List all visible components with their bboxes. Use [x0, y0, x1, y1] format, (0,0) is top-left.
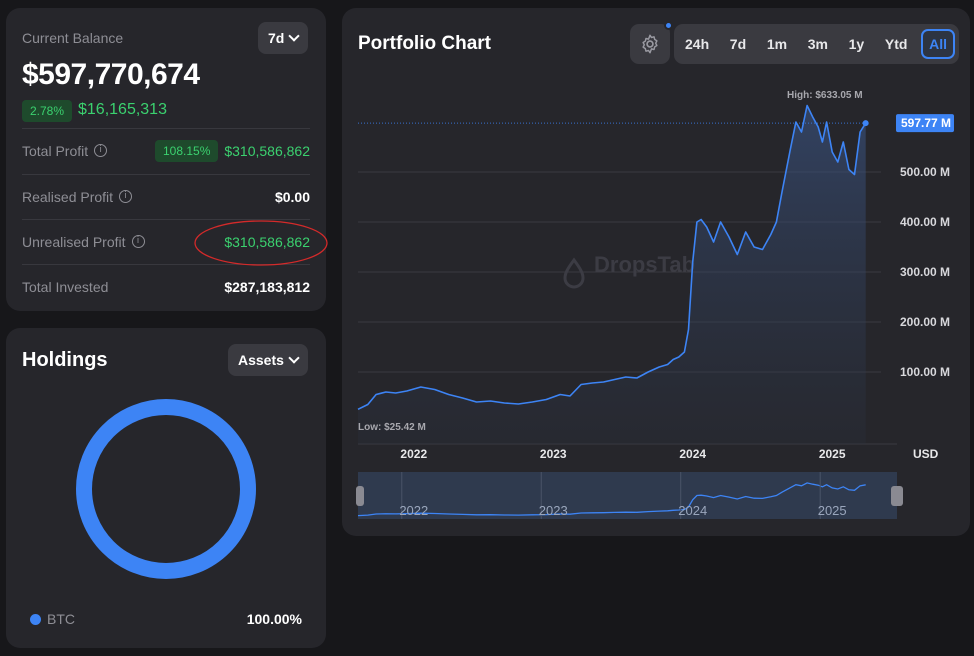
- realised-profit-label: Realised Profit: [22, 188, 114, 205]
- realised-profit-row: Realised Profit i $0.00: [22, 174, 310, 218]
- low-label: Low: $25.42 M: [358, 422, 426, 433]
- total-profit-row: Total Profit i 108.15% $310,586,862: [22, 128, 310, 172]
- balance-card: Current Balance 7d $597,770,674 2.78% $1…: [6, 8, 328, 311]
- period-dropdown-label: 7d: [268, 30, 285, 46]
- current-balance-label: Current Balance: [22, 30, 124, 46]
- change-value: $16,165,313: [78, 101, 167, 118]
- navigator-year-label: 2025: [818, 503, 847, 518]
- chevron-down-icon: [288, 30, 301, 42]
- holdings-title: Holdings: [22, 349, 108, 371]
- navigator-handle-left[interactable]: [356, 486, 364, 506]
- info-icon[interactable]: i: [131, 235, 145, 248]
- legend-asset-name: BTC: [47, 611, 75, 627]
- y-tick-label: 500.00 M: [900, 165, 950, 179]
- info-icon[interactable]: i: [94, 144, 108, 157]
- total-invested-value: $287,183,812: [224, 278, 310, 295]
- y-tick-label: 300.00 M: [900, 265, 950, 279]
- x-tick-label: 2025: [819, 447, 846, 461]
- y-tick-label: 400.00 M: [900, 215, 950, 229]
- portfolio-line-chart: 100.00 M 200.00 M 300.00 M 400.00 M 500.00 M…: [356, 90, 954, 519]
- annotation-ellipse: [194, 220, 328, 266]
- donut-slice-btc[interactable]: [76, 399, 256, 579]
- change-percent-badge: 2.78%: [22, 100, 73, 122]
- holdings-card: Holdings Assets BTC 100.00%: [6, 328, 326, 648]
- assets-dropdown[interactable]: Assets: [228, 344, 308, 376]
- info-icon[interactable]: i: [119, 190, 133, 203]
- x-tick-label: 2024: [679, 447, 706, 461]
- total-invested-label: Total Invested: [22, 278, 109, 295]
- total-profit-value: $310,586,862: [224, 142, 310, 159]
- y-tick-label: 100.00 M: [900, 365, 950, 379]
- holdings-donut: [76, 399, 256, 579]
- x-tick-label: 2022: [400, 447, 427, 461]
- currency-label: USD: [913, 447, 939, 461]
- watermark: DropsTab: [563, 252, 695, 289]
- x-tick-label: 2023: [540, 447, 567, 461]
- assets-dropdown-label: Assets: [238, 352, 284, 368]
- legend-item-btc[interactable]: BTC 100.00%: [30, 611, 302, 627]
- chevron-down-icon: [288, 352, 300, 364]
- current-value-point: [862, 120, 869, 127]
- navigator-handle-right[interactable]: [891, 486, 903, 506]
- chart-navigator[interactable]: 2022 2023 2024 2025: [356, 472, 903, 519]
- navigator-year-label: 2024: [678, 503, 707, 518]
- navigator-year-label: 2022: [399, 503, 428, 518]
- realised-profit-value: $0.00: [274, 188, 310, 205]
- high-label: High: $633.05 M: [787, 90, 863, 101]
- period-dropdown[interactable]: 7d: [258, 22, 309, 54]
- navigator-year-label: 2023: [539, 503, 568, 518]
- total-invested-row: Total Invested $287,183,812: [22, 264, 310, 308]
- portfolio-chart-card: Portfolio Chart 24h 7d 1m 3m 1y Ytd All …: [342, 8, 970, 536]
- y-tick-label: 200.00 M: [900, 315, 950, 329]
- current-balance-value: $597,770,674: [22, 58, 200, 91]
- current-value-label: 597.77 M: [901, 116, 951, 130]
- unrealised-profit-label: Unrealised Profit: [22, 233, 126, 250]
- legend-asset-share: 100.00%: [246, 611, 302, 627]
- total-profit-label: Total Profit: [22, 142, 89, 159]
- total-profit-badge: 108.15%: [154, 139, 219, 162]
- btc-color-dot: [30, 614, 41, 625]
- watermark-text: DropsTab: [594, 252, 695, 277]
